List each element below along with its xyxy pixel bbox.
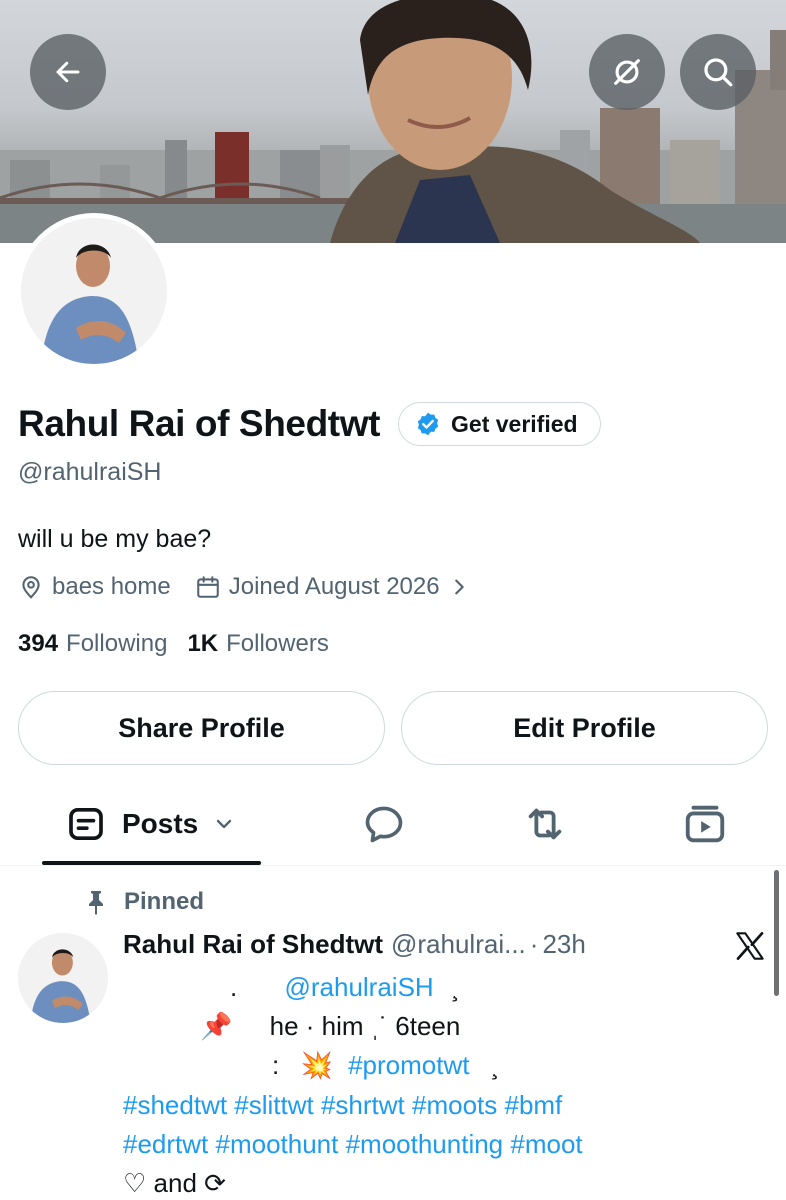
followers-link[interactable]: 1K Followers <box>187 630 328 658</box>
following-count: 394 <box>18 630 59 657</box>
tweet-line-3-end: ¸ <box>490 1050 500 1080</box>
media-tab-icon <box>685 805 725 843</box>
tweet-line-1: . @rahulraiSH ¸ <box>230 972 460 1003</box>
followers-count: 1K <box>187 630 219 657</box>
tweet-line-3: : 💥 #promotwt ¸ <box>272 1050 499 1081</box>
tab-posts-label: Posts <box>122 808 199 839</box>
tweet-line-1-end: ¸ <box>450 972 460 1002</box>
location-text: baes home <box>52 573 171 600</box>
pinned-label-row: Pinned <box>84 888 204 916</box>
profile-banner <box>0 0 786 243</box>
edit-profile-button[interactable]: Edit Profile <box>401 691 768 765</box>
verified-badge-icon <box>417 412 439 436</box>
tweet-line-2: 📌 he · him ˌ˙ 6teen <box>200 1011 460 1042</box>
tab-replies[interactable] <box>362 782 406 866</box>
tweet-timestamp[interactable]: 23h <box>542 929 585 960</box>
pushpin-emoji: 📌 <box>200 1011 233 1041</box>
name-row: Rahul Rai of Shedtwt Get verified <box>18 402 601 446</box>
profile-handle: @rahulraiSH <box>18 458 162 486</box>
x-logo-icon[interactable] <box>734 930 766 962</box>
tab-media[interactable] <box>682 782 728 866</box>
tweet-separator: · <box>529 929 539 959</box>
following-label: Following <box>66 630 168 657</box>
get-verified-label: Get verified <box>451 410 578 437</box>
tweet-pronouns: he · him ˌ˙ 6teen <box>269 1011 461 1041</box>
joined-item[interactable]: Joined August 2026 <box>195 573 470 601</box>
posts-tab-icon <box>69 808 103 840</box>
tweet-hashtags-2[interactable]: #edrtwt #moothunt #moothunting #moot <box>123 1129 583 1160</box>
tweet-hashtags-1[interactable]: #shedtwt #slittwt #shrtwt #moots #bmf <box>123 1090 562 1121</box>
chevron-down-icon <box>217 819 232 829</box>
joined-text: Joined August 2026 <box>228 573 440 600</box>
arrow-left-icon <box>56 61 80 83</box>
display-name: Rahul Rai of Shedtwt <box>18 403 381 444</box>
tweet-header: Rahul Rai of Shedtwt @rahulrai... · 23h <box>123 929 586 960</box>
grok-button[interactable] <box>589 34 665 110</box>
profile-meta: baes home Joined August 2026 <box>18 573 470 601</box>
following-link[interactable]: 394 Following <box>18 630 167 658</box>
scrollbar[interactable] <box>774 870 779 996</box>
followers-label: Followers <box>226 630 329 657</box>
tweet-avatar[interactable] <box>18 933 108 1023</box>
tweet-line-3-colon: : <box>272 1050 280 1080</box>
tweet-avatar-photo <box>18 933 108 1023</box>
follow-stats: 394 Following 1K Followers <box>18 630 329 658</box>
tweet-author-name[interactable]: Rahul Rai of Shedtwt <box>123 929 383 960</box>
get-verified-button[interactable]: Get verified <box>398 402 601 446</box>
search-button[interactable] <box>680 34 756 110</box>
tweet-last-line: ♡ and ⟳ <box>123 1168 226 1198</box>
calendar-icon <box>196 576 219 598</box>
grok-icon <box>614 59 640 85</box>
back-button[interactable] <box>30 34 106 110</box>
profile-tabs: Posts <box>0 782 786 866</box>
collision-emoji: 💥 <box>300 1050 333 1080</box>
profile-avatar[interactable] <box>16 213 172 369</box>
search-icon <box>704 58 733 87</box>
active-tab-indicator <box>42 861 261 865</box>
tab-reposts[interactable] <box>522 782 568 866</box>
tweet-line-1-dot: . <box>230 972 238 1002</box>
location-item: baes home <box>18 573 171 601</box>
pin-icon <box>89 891 103 915</box>
pinned-label: Pinned <box>124 888 205 915</box>
tab-posts[interactable]: Posts <box>66 782 236 866</box>
replies-tab-icon <box>365 806 403 843</box>
tweet-author-handle[interactable]: @rahulrai... <box>391 929 526 960</box>
share-profile-button[interactable]: Share Profile <box>18 691 385 765</box>
avatar-photo <box>21 218 167 364</box>
profile-bio: will u be my bae? <box>18 525 212 553</box>
hashtag-promotwt[interactable]: #promotwt <box>348 1050 469 1080</box>
chevron-right-icon <box>454 579 464 595</box>
reposts-tab-icon <box>528 808 562 840</box>
tweet-mention[interactable]: @rahulraiSH <box>284 972 433 1002</box>
location-pin-icon <box>22 576 40 599</box>
banner-photo <box>0 0 786 243</box>
